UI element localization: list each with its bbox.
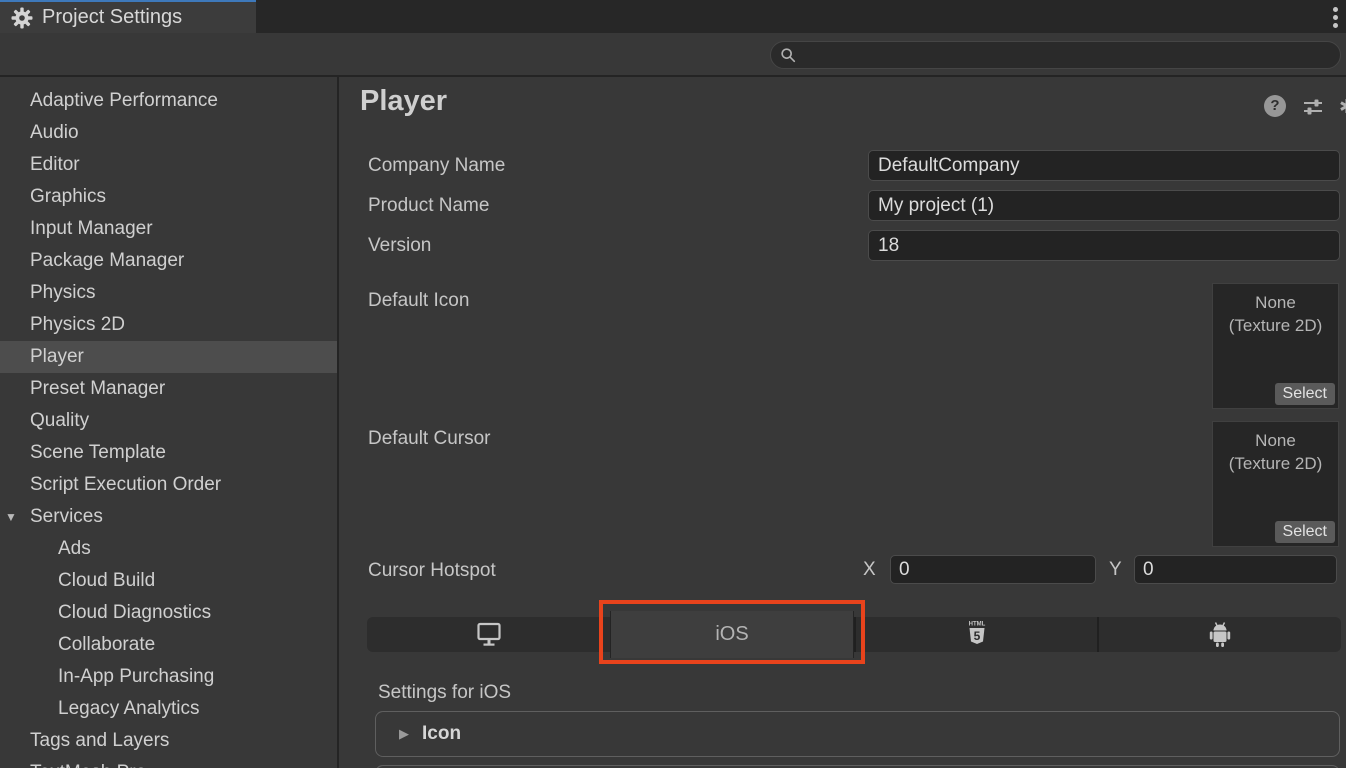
sidebar-item-package-manager[interactable]: Package Manager [0,245,337,277]
page-title: Player [360,85,447,118]
sidebar-item-preset-manager[interactable]: Preset Manager [0,373,337,405]
sidebar-item-services[interactable]: ▼ Services [0,501,337,533]
sidebar-item-graphics[interactable]: Graphics [0,181,337,213]
sidebar-item-textmesh-pro[interactable]: TextMesh Pro [0,757,337,768]
search-icon [779,46,797,64]
sidebar-item-editor[interactable]: Editor [0,149,337,181]
default-icon-texture-slot[interactable]: None (Texture 2D) Select [1212,283,1339,409]
sidebar-item-in-app-purchasing[interactable]: In-App Purchasing [0,661,337,693]
sidebar-item-tags-and-layers[interactable]: Tags and Layers [0,725,337,757]
search-box[interactable] [770,41,1341,69]
hotspot-y-label: Y [1109,555,1122,584]
version-field[interactable] [868,230,1340,261]
slot-value: None [1213,284,1338,314]
toolbar [0,33,1346,75]
tab-android[interactable] [1099,617,1341,652]
default-icon-select-button[interactable]: Select [1275,383,1335,405]
search-input[interactable] [802,45,1332,65]
hotspot-x-label: X [863,555,876,584]
window-title: Project Settings [42,6,182,29]
player-settings-panel: Player ? ✱ Company Name Product Name Ver… [339,77,1346,768]
sidebar-item-physics-2d[interactable]: Physics 2D [0,309,337,341]
tab-ios-label: iOS [715,623,748,646]
sidebar-item-adaptive-performance[interactable]: Adaptive Performance [0,85,337,117]
project-settings-tab[interactable]: Project Settings [0,0,256,33]
android-icon [1206,620,1234,649]
cursor-hotspot-label: Cursor Hotspot [368,555,496,586]
default-cursor-select-button[interactable]: Select [1275,521,1335,543]
sidebar-item-player[interactable]: Player [0,341,337,373]
icon-foldout[interactable]: ▶ Icon [375,711,1340,757]
sidebar-item-input-manager[interactable]: Input Manager [0,213,337,245]
slot-value: None [1213,422,1338,452]
help-icon[interactable]: ? [1264,95,1286,117]
chevron-down-icon[interactable]: ▼ [5,501,17,533]
tab-ios[interactable]: iOS [610,611,854,658]
platform-tabbar: iOS HTML 5 [367,617,1341,652]
default-cursor-label: Default Cursor [368,423,491,454]
sidebar-item-legacy-analytics[interactable]: Legacy Analytics [0,693,337,725]
sidebar-item-cloud-diagnostics[interactable]: Cloud Diagnostics [0,597,337,629]
sidebar-item-ads[interactable]: Ads [0,533,337,565]
sidebar-item-cloud-build[interactable]: Cloud Build [0,565,337,597]
company-name-field[interactable] [868,150,1340,181]
titlebar: Project Settings [0,0,1346,33]
sidebar-item-scene-template[interactable]: Scene Template [0,437,337,469]
tab-webgl[interactable]: HTML 5 [856,617,1097,652]
sidebar-item-script-execution-order[interactable]: Script Execution Order [0,469,337,501]
kebab-menu-icon[interactable] [1328,5,1342,29]
project-settings-window: Project Settings Adaptive Performance Au… [0,0,1346,768]
tab-standalone[interactable] [367,617,610,652]
overflow-partial-icon[interactable]: ✱ [1339,96,1346,116]
default-icon-label: Default Icon [368,285,469,316]
svg-text:HTML: HTML [968,622,985,628]
version-label: Version [368,230,431,261]
settings-category-list: Adaptive Performance Audio Editor Graphi… [0,77,337,768]
chevron-right-icon: ▶ [399,726,409,742]
settings-section-title: Settings for iOS [378,678,511,708]
slot-type: (Texture 2D) [1213,314,1338,337]
foldout-label: Icon [422,723,461,745]
sidebar-item-audio[interactable]: Audio [0,117,337,149]
product-name-label: Product Name [368,190,489,221]
svg-text:5: 5 [973,629,980,643]
company-name-label: Company Name [368,150,505,181]
gear-icon [10,6,34,30]
presets-sliders-icon[interactable] [1301,95,1325,124]
html5-icon: HTML 5 [965,619,989,650]
default-cursor-texture-slot[interactable]: None (Texture 2D) Select [1212,421,1339,547]
product-name-field[interactable] [868,190,1340,221]
monitor-icon [474,621,504,648]
hotspot-x-field[interactable] [890,555,1096,584]
slot-type: (Texture 2D) [1213,452,1338,475]
sidebar-item-quality[interactable]: Quality [0,405,337,437]
sidebar-item-label: Services [30,506,103,527]
hotspot-y-field[interactable] [1134,555,1337,584]
sidebar-item-physics[interactable]: Physics [0,277,337,309]
sidebar-item-collaborate[interactable]: Collaborate [0,629,337,661]
